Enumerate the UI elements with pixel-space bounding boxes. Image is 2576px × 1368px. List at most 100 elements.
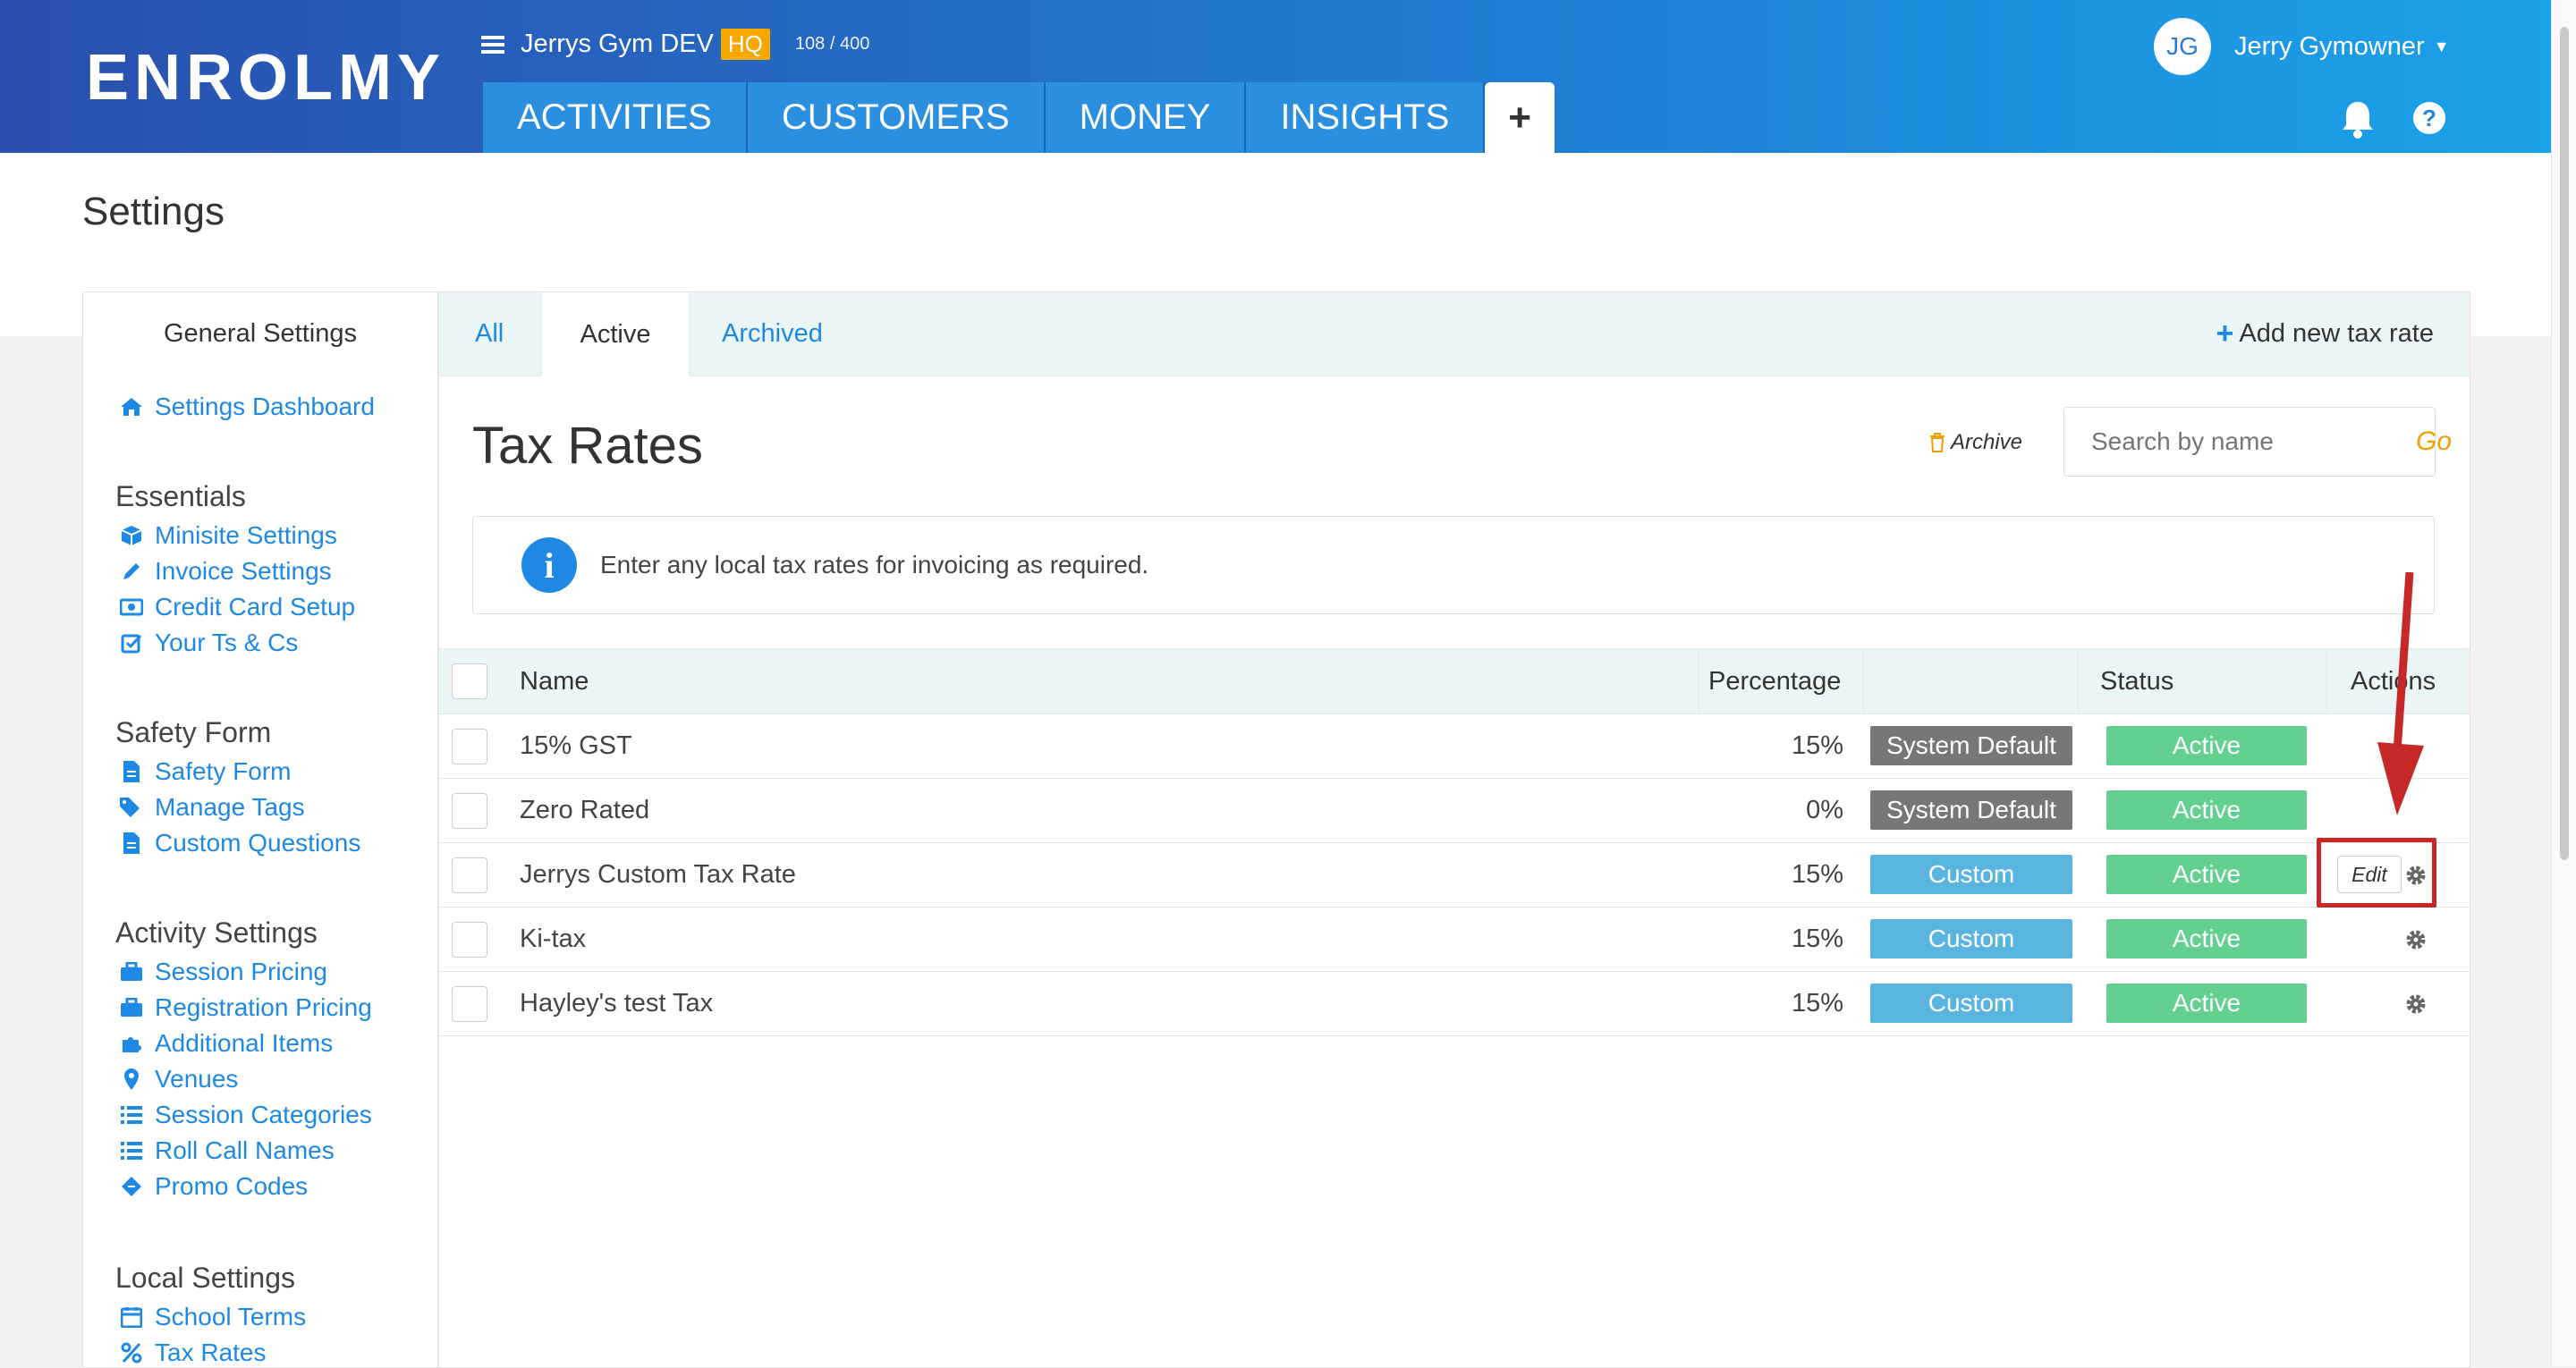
column-header-type xyxy=(1863,649,2079,714)
tab-archived[interactable]: Archived xyxy=(722,292,823,376)
tax-name: Jerrys Custom Tax Rate xyxy=(520,860,796,889)
plus-icon[interactable]: + xyxy=(1485,82,1555,153)
sidebar-item-venues[interactable]: Venues xyxy=(119,1065,238,1094)
sidebar-section-essentials: Essentials xyxy=(115,480,246,512)
sidebar-item-roll-call-names[interactable]: Roll Call Names xyxy=(119,1136,335,1165)
sidebar-heading: General Settings xyxy=(163,318,357,348)
sidebar-item-session-pricing[interactable]: Session Pricing xyxy=(119,958,327,986)
search-box[interactable]: Go xyxy=(2063,407,2452,477)
table-row[interactable]: Hayley's test Tax 15% Custom Active xyxy=(439,972,2470,1036)
row-checkbox[interactable] xyxy=(452,986,487,1022)
type-badge: Custom xyxy=(1870,855,2072,894)
user-menu[interactable]: JG Jerry Gymowner ▼ xyxy=(2154,18,2450,75)
tax-percentage: 0% xyxy=(1806,796,1843,824)
chevron-down-icon: ▼ xyxy=(2433,37,2450,55)
column-header-percentage[interactable]: Percentage xyxy=(1699,649,1864,714)
sidebar-item-settings-dashboard[interactable]: Settings Dashboard xyxy=(119,393,375,421)
trash-icon xyxy=(1930,433,1945,452)
sidebar-item-promo-codes[interactable]: Promo Codes xyxy=(119,1172,308,1201)
tax-percentage: 15% xyxy=(1791,731,1843,760)
pencil-icon xyxy=(119,559,144,584)
sidebar-item-tax-rates[interactable]: Tax Rates xyxy=(119,1338,267,1367)
annotation-arrow xyxy=(2377,572,2424,815)
info-text: Enter any local tax rates for invoicing … xyxy=(600,551,1149,578)
menu-icon[interactable] xyxy=(481,35,504,54)
sidebar-item-safety-form[interactable]: Safety Form xyxy=(119,757,291,786)
search-input[interactable] xyxy=(2089,426,2416,457)
go-button[interactable]: Go xyxy=(2416,426,2452,457)
select-all-checkbox[interactable] xyxy=(452,663,487,699)
tax-name: Zero Rated xyxy=(520,796,650,824)
sidebar-section-local-settings: Local Settings xyxy=(115,1262,296,1294)
column-header-name[interactable]: Name xyxy=(520,649,589,714)
sidebar-item-your-ts-cs[interactable]: Your Ts & Cs xyxy=(119,629,298,657)
row-checkbox[interactable] xyxy=(452,793,487,829)
tax-rates-panel: All Active Archived + Add new tax rate T… xyxy=(438,291,2470,1368)
avatar: JG xyxy=(2154,18,2211,75)
org-name: Jerrys Gym DEV xyxy=(521,30,714,58)
annotation-highlight-box xyxy=(2317,838,2436,908)
list-icon xyxy=(119,1102,144,1127)
table-header: Name Percentage Status Actions xyxy=(439,648,2470,714)
gear-icon[interactable] xyxy=(2404,992,2428,1016)
tax-percentage: 15% xyxy=(1791,989,1843,1018)
row-checkbox[interactable] xyxy=(452,729,487,764)
status-badge: Active xyxy=(2106,984,2307,1023)
type-badge: System Default xyxy=(1870,790,2072,830)
status-badge: Active xyxy=(2106,790,2307,830)
tax-rates-table: Name Percentage Status Actions 15% GST 1… xyxy=(439,648,2470,1036)
row-checkbox[interactable] xyxy=(452,922,487,958)
add-new-tax-rate-button[interactable]: + Add new tax rate xyxy=(2216,292,2435,376)
sidebar-item-credit-card-setup[interactable]: Credit Card Setup xyxy=(119,593,355,621)
nav-tab-money[interactable]: MONEY xyxy=(1045,82,1247,153)
enrolment-count: 108 / 400 xyxy=(794,34,870,54)
calendar-icon xyxy=(119,1305,144,1330)
briefcase-icon xyxy=(119,959,144,984)
status-badge: Active xyxy=(2106,855,2307,894)
help-icon[interactable]: ? xyxy=(2413,102,2445,134)
ticket-icon xyxy=(119,1174,144,1199)
sidebar-item-session-categories[interactable]: Session Categories xyxy=(119,1101,372,1129)
tab-all[interactable]: All xyxy=(475,292,504,376)
tax-name: Hayley's test Tax xyxy=(520,989,714,1018)
tax-name: 15% GST xyxy=(520,731,632,760)
nav-tab-customers[interactable]: CUSTOMERS xyxy=(747,82,1046,153)
sidebar-item-school-terms[interactable]: School Terms xyxy=(119,1303,306,1331)
table-row[interactable]: Zero Rated 0% System Default Active xyxy=(439,779,2470,843)
table-row[interactable]: Jerrys Custom Tax Rate 15% Custom Active… xyxy=(439,843,2470,908)
tab-active[interactable]: Active xyxy=(541,292,690,376)
org-switcher[interactable]: Jerrys Gym DEV HQ 108 / 400 xyxy=(481,29,869,60)
column-header-status[interactable]: Status xyxy=(2078,649,2318,714)
nav-tab-activities[interactable]: ACTIVITIES xyxy=(483,82,748,153)
user-name: Jerry Gymowner xyxy=(2234,31,2425,61)
file-icon xyxy=(119,759,144,784)
sidebar-item-registration-pricing[interactable]: Registration Pricing xyxy=(119,993,372,1022)
archive-button[interactable]: Archive xyxy=(1929,430,2022,455)
percent-icon xyxy=(119,1340,144,1365)
table-row[interactable]: 15% GST 15% System Default Active xyxy=(439,714,2470,779)
table-row[interactable]: Ki-tax 15% Custom Active xyxy=(439,908,2470,972)
sidebar-item-custom-questions[interactable]: Custom Questions xyxy=(119,829,360,857)
row-checkbox[interactable] xyxy=(452,857,487,893)
check-square-icon xyxy=(119,630,144,655)
cube-icon xyxy=(119,523,144,548)
info-icon: i xyxy=(521,537,577,593)
enrolmy-logo[interactable]: ENROLMY xyxy=(86,41,445,114)
scrollbar-thumb[interactable] xyxy=(2560,27,2569,860)
top-bar: ENROLMY Jerrys Gym DEV HQ 108 / 400 ACTI… xyxy=(0,0,2576,153)
status-badge: Active xyxy=(2106,726,2307,765)
nav-tab-insights[interactable]: INSIGHTS xyxy=(1246,82,1486,153)
sidebar-item-minisite-settings[interactable]: Minisite Settings xyxy=(119,521,337,550)
sidebar-item-manage-tags[interactable]: Manage Tags xyxy=(119,793,305,822)
tags-icon xyxy=(119,795,144,820)
tax-percentage: 15% xyxy=(1791,925,1843,953)
status-badge: Active xyxy=(2106,919,2307,958)
map-marker-icon xyxy=(119,1067,144,1092)
sidebar-section-activity-settings: Activity Settings xyxy=(115,916,318,949)
settings-sidebar: General Settings Settings Dashboard Esse… xyxy=(82,291,438,1368)
filter-tabs: All Active Archived + Add new tax rate xyxy=(439,292,2470,376)
sidebar-item-invoice-settings[interactable]: Invoice Settings xyxy=(119,557,332,586)
bell-icon[interactable] xyxy=(2340,98,2376,139)
sidebar-item-additional-items[interactable]: Additional Items xyxy=(119,1029,333,1058)
gear-icon[interactable] xyxy=(2404,928,2428,951)
